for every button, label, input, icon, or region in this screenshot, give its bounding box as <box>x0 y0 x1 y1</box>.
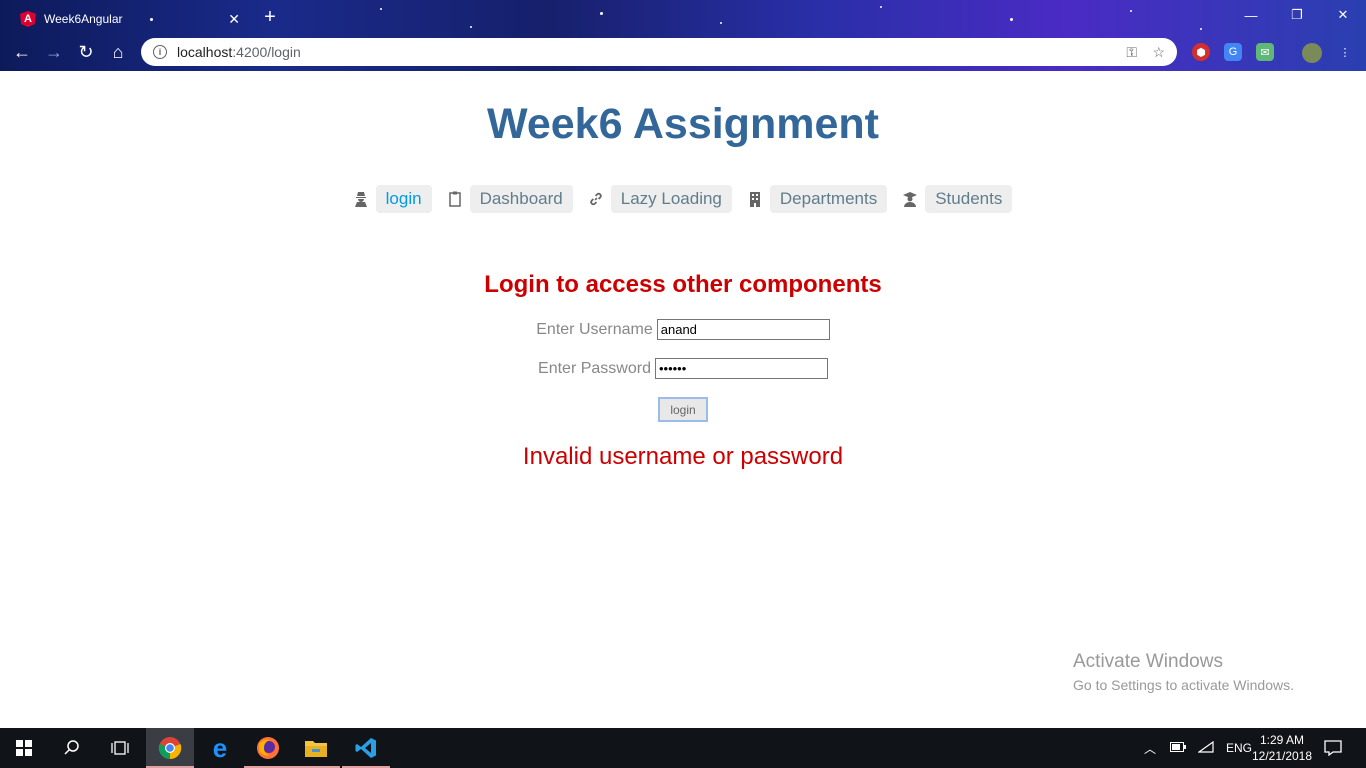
angular-logo-icon: A <box>20 11 36 27</box>
close-window-button[interactable]: ✕ <box>1320 4 1366 26</box>
arrow-left-icon: ← <box>13 41 31 62</box>
nav-item-dashboard: Dashboard <box>448 185 573 213</box>
password-label: Enter Password <box>538 359 651 377</box>
start-button[interactable] <box>0 728 48 768</box>
password-input[interactable] <box>654 358 828 379</box>
page-title: Week6 Assignment <box>487 100 879 148</box>
nav-link-departments[interactable]: Departments <box>769 185 888 213</box>
clock[interactable]: 1:29 AM 12/21/2018 <box>1250 732 1314 764</box>
nav-item-login: login <box>354 185 432 213</box>
main-nav: login Dashboard Lazy Loading Departments… <box>0 185 1366 213</box>
search-button[interactable] <box>48 728 96 768</box>
tab-title: Week6Angular <box>44 12 123 26</box>
clock-date: 12/21/2018 <box>1251 749 1313 763</box>
clipboard-icon <box>448 191 462 207</box>
search-icon <box>64 740 79 755</box>
close-tab-icon[interactable]: ✕ <box>228 11 240 28</box>
translate-extension-icon[interactable]: G <box>1224 43 1242 61</box>
nav-item-lazy-loading: Lazy Loading <box>589 185 732 213</box>
edge-icon: e <box>212 732 228 763</box>
minimize-button[interactable]: — <box>1228 4 1274 26</box>
taskbar-firefox[interactable] <box>244 728 292 768</box>
kebab-menu-icon[interactable]: ⋮ <box>1336 43 1354 61</box>
error-message: Invalid username or password <box>522 443 844 470</box>
password-row: Enter Password <box>0 358 1366 379</box>
browser-tab[interactable]: A Week6Angular ✕ <box>8 5 248 33</box>
language-indicator[interactable]: ENG <box>1226 741 1252 755</box>
user-secret-icon <box>354 191 368 207</box>
wifi-icon[interactable] <box>1197 740 1214 756</box>
nav-item-departments: Departments <box>748 185 888 213</box>
forward-button[interactable]: → <box>42 40 66 64</box>
nav-link-login[interactable]: login <box>375 185 432 213</box>
restore-button[interactable]: ❐ <box>1274 4 1320 26</box>
activate-title: Activate Windows <box>1073 651 1223 672</box>
home-icon: ⌂ <box>112 41 124 62</box>
activate-windows-watermark: Activate Windows Go to Settings to activ… <box>1073 651 1294 693</box>
username-label: Enter Username <box>536 320 653 338</box>
url-host: localhost <box>177 44 233 60</box>
chrome-icon <box>158 737 182 760</box>
task-view-icon <box>111 741 129 755</box>
windows-icon <box>16 740 32 756</box>
nav-link-students[interactable]: Students <box>925 185 1013 213</box>
back-button[interactable]: ← <box>10 40 34 64</box>
nav-link-dashboard[interactable]: Dashboard <box>469 185 573 213</box>
login-button[interactable]: login <box>658 397 708 422</box>
arrow-right-icon: → <box>45 41 63 62</box>
taskbar-chrome[interactable] <box>146 728 194 768</box>
profile-avatar[interactable] <box>1302 43 1322 63</box>
reload-icon: ↻ <box>78 41 94 62</box>
link-icon <box>589 191 603 207</box>
mail-extension-icon[interactable]: ✉ <box>1256 43 1274 61</box>
new-tab-button[interactable]: + <box>258 5 282 29</box>
nav-item-students: Students <box>903 185 1013 213</box>
home-button[interactable]: ⌂ <box>106 40 130 64</box>
address-bar[interactable]: i localhost:4200/login ⚿ ☆ <box>141 38 1177 66</box>
folder-icon <box>305 741 327 757</box>
adblock-extension-icon[interactable]: ⬢ <box>1192 43 1210 61</box>
building-icon <box>748 191 762 207</box>
browser-chrome: A Week6Angular ✕ + — ❐ ✕ ← → ↻ ⌂ i local… <box>0 0 1366 71</box>
chevron-up-icon[interactable]: ︿ <box>1144 740 1156 757</box>
key-icon[interactable]: ⚿ <box>1126 44 1137 61</box>
taskbar-edge[interactable]: e <box>196 728 244 768</box>
url-path: :4200/login <box>232 44 301 60</box>
battery-icon[interactable] <box>1170 741 1187 755</box>
graduate-icon <box>903 191 918 207</box>
reload-button[interactable]: ↻ <box>74 40 98 64</box>
taskbar-file-explorer[interactable] <box>292 728 340 768</box>
username-row: Enter Username <box>0 319 1366 340</box>
username-input[interactable] <box>656 319 830 340</box>
info-icon[interactable]: i <box>153 45 167 59</box>
firefox-icon <box>257 737 279 759</box>
taskbar-vscode[interactable] <box>342 728 390 768</box>
login-heading: Login to access other components <box>484 271 882 298</box>
task-view-button[interactable] <box>96 728 144 768</box>
clock-time: 1:29 AM <box>1259 733 1305 747</box>
notification-icon <box>1324 740 1342 756</box>
vscode-icon <box>355 738 376 758</box>
star-icon[interactable]: ☆ <box>1152 44 1165 61</box>
action-center-button[interactable] <box>1310 728 1356 768</box>
nav-link-lazy-loading[interactable]: Lazy Loading <box>610 185 732 213</box>
system-tray: ︿ ENG <box>1144 728 1252 768</box>
activate-subtitle: Go to Settings to activate Windows. <box>1073 677 1294 693</box>
taskbar: e ︿ ENG 1:29 AM 12/21/2018 <box>0 728 1366 768</box>
